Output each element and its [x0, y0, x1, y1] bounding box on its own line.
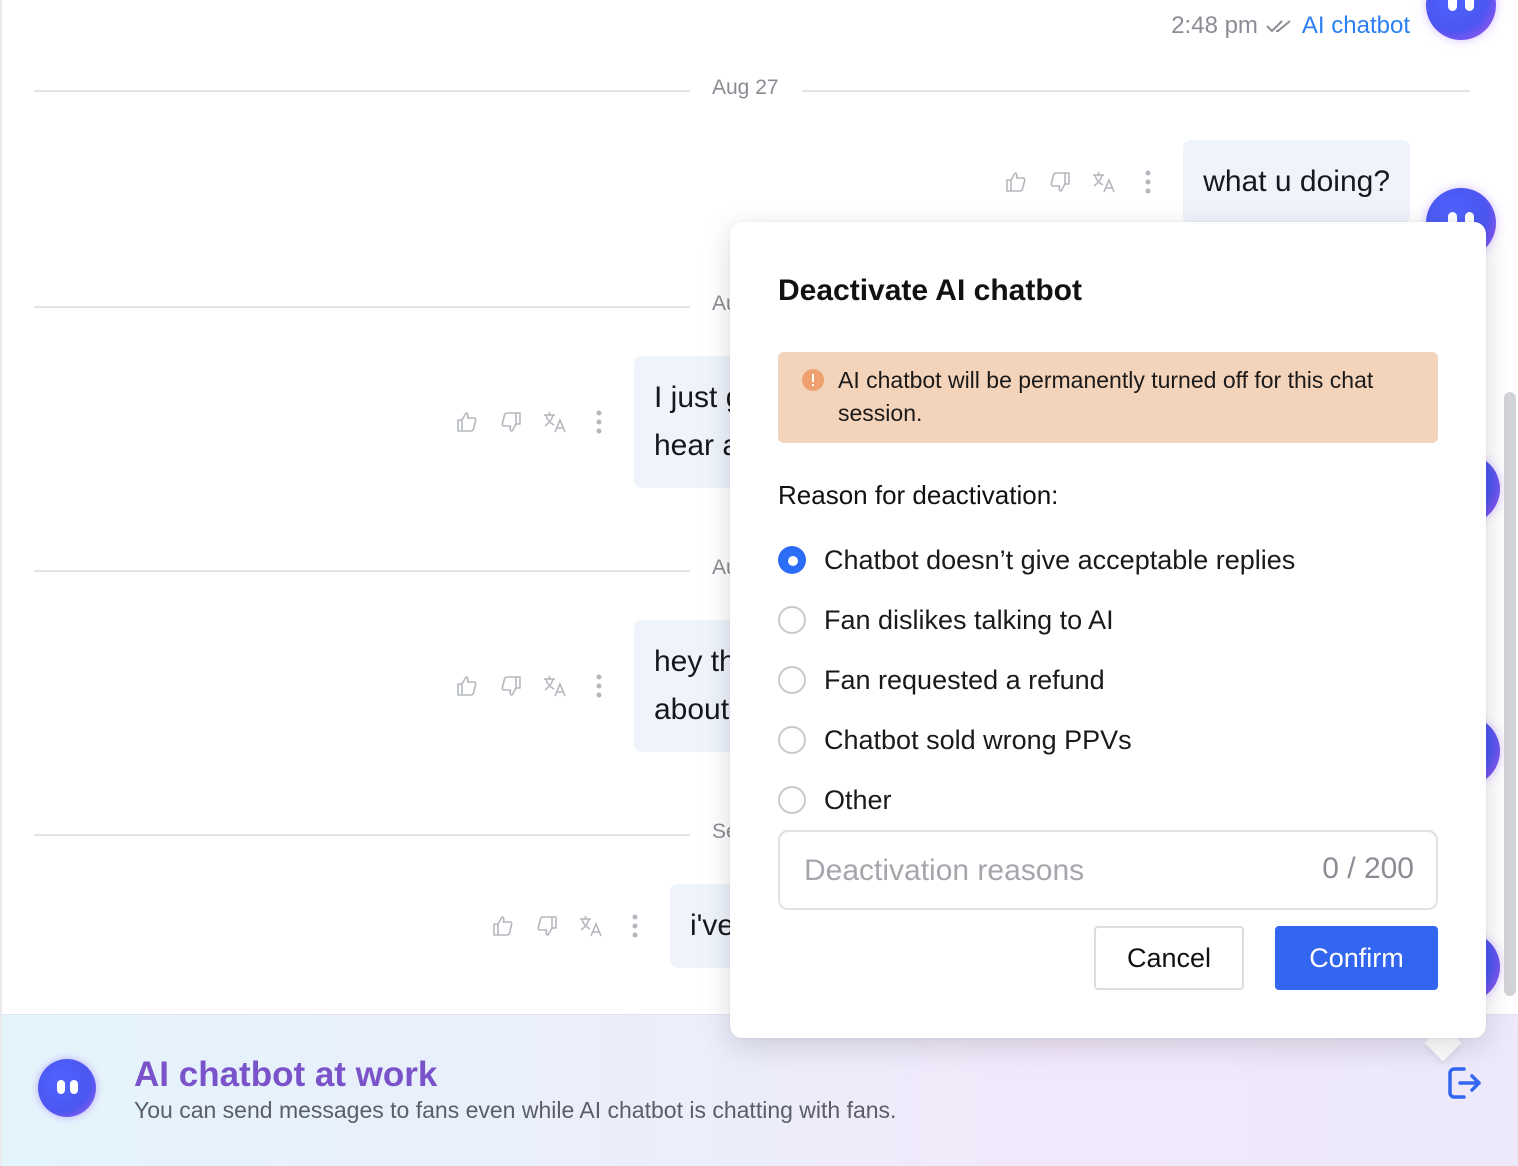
- thumbs-up-icon[interactable]: [1003, 169, 1029, 195]
- deactivation-reason-input[interactable]: [802, 850, 1286, 892]
- reason-label: Reason for deactivation:: [778, 480, 1059, 510]
- message-actions: [1003, 169, 1161, 195]
- message-row: what u doing?: [1003, 140, 1410, 224]
- message-time: 2:48 pm: [1171, 12, 1258, 39]
- thumbs-down-icon[interactable]: [1047, 169, 1073, 195]
- message-meta: 2:48 pm AI chatbot: [1171, 12, 1410, 40]
- reason-option-unacceptable-replies[interactable]: Chatbot doesn’t give acceptable replies: [778, 530, 1295, 590]
- status-title: AI chatbot at work: [134, 1055, 438, 1094]
- translate-icon[interactable]: [578, 913, 604, 939]
- warning-banner: AI chatbot will be permanently turned of…: [778, 352, 1438, 443]
- radio-button[interactable]: [778, 786, 806, 814]
- option-label: Fan dislikes talking to AI: [824, 604, 1114, 635]
- radio-button[interactable]: [778, 726, 806, 754]
- warning-text: AI chatbot will be permanently turned of…: [838, 367, 1374, 426]
- deactivation-reason-field[interactable]: 0 / 200: [778, 830, 1438, 910]
- reason-option-other[interactable]: Other: [778, 770, 1295, 830]
- cancel-button[interactable]: Cancel: [1094, 926, 1244, 990]
- exit-icon[interactable]: [1444, 1063, 1484, 1103]
- message-actions: [454, 673, 612, 699]
- message-sender[interactable]: AI chatbot: [1302, 12, 1410, 40]
- thumbs-down-icon[interactable]: [498, 409, 524, 435]
- reason-option-fan-dislikes-ai[interactable]: Fan dislikes talking to AI: [778, 590, 1295, 650]
- character-counter: 0 / 200: [1322, 852, 1414, 885]
- confirm-button[interactable]: Confirm: [1275, 926, 1438, 990]
- warning-icon: [802, 369, 824, 391]
- radio-button[interactable]: [778, 666, 806, 694]
- dialog-title: Deactivate AI chatbot: [778, 274, 1082, 307]
- message-actions: [490, 913, 648, 939]
- thumbs-down-icon[interactable]: [534, 913, 560, 939]
- message-bubble: what u doing?: [1183, 140, 1410, 224]
- translate-icon[interactable]: [542, 673, 568, 699]
- chat-app: 2:48 pm AI chatbot Aug 27 what u doing? …: [0, 0, 1518, 1166]
- option-label: Chatbot sold wrong PPVs: [824, 724, 1132, 755]
- option-label: Fan requested a refund: [824, 664, 1105, 695]
- deactivate-chatbot-dialog: Deactivate AI chatbot AI chatbot will be…: [730, 222, 1486, 1038]
- scrollbar-thumb[interactable]: [1504, 392, 1516, 996]
- translate-icon[interactable]: [1091, 169, 1117, 195]
- bot-avatar: [38, 1059, 96, 1117]
- message-actions: [454, 409, 612, 435]
- more-icon[interactable]: [1135, 169, 1161, 195]
- thumbs-up-icon[interactable]: [454, 409, 480, 435]
- more-icon[interactable]: [586, 409, 612, 435]
- status-subtitle: You can send messages to fans even while…: [134, 1097, 897, 1123]
- reason-option-wrong-ppvs[interactable]: Chatbot sold wrong PPVs: [778, 710, 1295, 770]
- translate-icon[interactable]: [542, 409, 568, 435]
- thumbs-up-icon[interactable]: [454, 673, 480, 699]
- date-label: Aug 27: [712, 76, 779, 99]
- reason-option-refund[interactable]: Fan requested a refund: [778, 650, 1295, 710]
- thumbs-down-icon[interactable]: [498, 673, 524, 699]
- thumbs-up-icon[interactable]: [490, 913, 516, 939]
- radio-button[interactable]: [778, 546, 806, 574]
- radio-button[interactable]: [778, 606, 806, 634]
- option-label: Chatbot doesn’t give acceptable replies: [824, 544, 1296, 575]
- date-divider: Aug 27: [34, 76, 1470, 106]
- more-icon[interactable]: [586, 673, 612, 699]
- double-check-icon: [1266, 18, 1294, 34]
- option-label: Other: [824, 784, 892, 815]
- reason-options: Chatbot doesn’t give acceptable replies …: [778, 530, 1295, 830]
- bot-avatar: [1426, 0, 1496, 40]
- more-icon[interactable]: [622, 913, 648, 939]
